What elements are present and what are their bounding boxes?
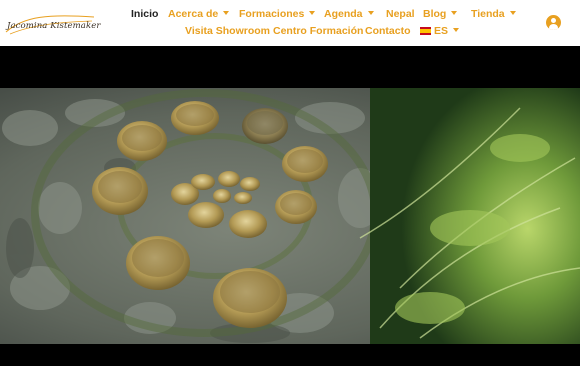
logo-text: Jacomina Kistemaker (7, 21, 101, 31)
nav-label: Centro Formación (273, 25, 364, 37)
nav-label: Agenda (324, 8, 363, 20)
nav-label: Formaciones (239, 8, 305, 20)
nav-item-centro-formacion[interactable]: Centro Formación (273, 25, 363, 37)
nav-label: Inicio (131, 8, 159, 20)
user-icon-head (551, 18, 556, 23)
nav-item-agenda[interactable]: Agenda (324, 8, 374, 20)
chevron-down-icon (309, 11, 316, 15)
user-account-icon[interactable] (546, 15, 561, 30)
nav-item-acerca-de[interactable]: Acerca de (168, 8, 230, 20)
nav-item-blog[interactable]: Blog (423, 8, 458, 20)
nav-label: Tienda (471, 8, 505, 20)
nav-item-inicio[interactable]: Inicio (131, 8, 158, 20)
language-selector[interactable]: ES (420, 25, 460, 37)
nav-label: Visita Showroom (185, 25, 270, 37)
singing-bowls-photo (0, 88, 580, 344)
hero-top-band (0, 46, 580, 88)
user-icon-body (549, 24, 558, 30)
nav-item-nepal[interactable]: Nepal (386, 8, 415, 20)
language-label: ES (434, 25, 449, 37)
hero-image (0, 88, 580, 344)
nav-label: Nepal (386, 8, 415, 20)
chevron-down-icon (509, 11, 516, 15)
chevron-down-icon (223, 11, 230, 15)
nav-item-visita-showroom[interactable]: Visita Showroom (185, 25, 270, 37)
chevron-down-icon (367, 11, 374, 15)
spain-flag-icon (420, 27, 431, 35)
nav-item-formaciones[interactable]: Formaciones (239, 8, 316, 20)
nav-item-contacto[interactable]: Contacto (365, 25, 411, 37)
nav-item-tienda[interactable]: Tienda (471, 8, 516, 20)
nav-label: Blog (423, 8, 447, 20)
site-header: Jacomina Kistemaker Inicio Acerca de For… (0, 0, 580, 46)
chevron-down-icon (451, 11, 458, 15)
chevron-down-icon (453, 28, 460, 32)
site-logo[interactable]: Jacomina Kistemaker (4, 10, 100, 36)
nav-label: Contacto (365, 25, 411, 37)
hero-bottom-band (0, 344, 580, 366)
nav-label: Acerca de (168, 8, 219, 20)
